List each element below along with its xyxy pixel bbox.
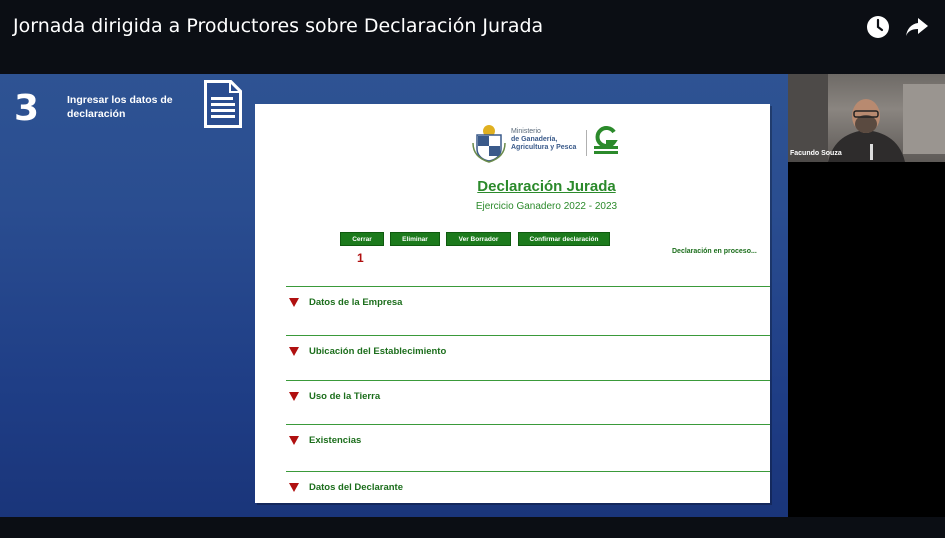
expand-triangle-icon[interactable]	[289, 483, 299, 492]
step-description: Ingresar los datos de declaración	[67, 94, 173, 120]
video-title-bar: Jornada dirigida a Productores sobre Dec…	[0, 0, 945, 74]
section-label: Existencias	[309, 435, 362, 446]
share-icon[interactable]	[904, 14, 930, 40]
agency-logo-icon	[594, 126, 618, 154]
form-title: Declaración Jurada	[477, 178, 616, 195]
ministry-emblem-icon	[472, 125, 506, 163]
section-label: Ubicación del Establecimiento	[309, 346, 447, 357]
section-label: Datos del Declarante	[309, 482, 403, 493]
participant-name: Facundo Souza	[790, 150, 842, 157]
shared-slide: 3 Ingresar los datos de declaración Mini…	[0, 74, 788, 517]
confirm-declaration-button[interactable]: Confirmar declaración	[518, 232, 610, 246]
ministry-line-2: de Ganadería,	[511, 136, 558, 143]
participant-panel: Facundo Souza	[788, 74, 945, 517]
step-number: 3	[14, 88, 40, 129]
section-establishment-location[interactable]: Ubicación del Establecimiento	[286, 335, 770, 357]
expand-triangle-icon[interactable]	[289, 347, 299, 356]
logo-divider	[586, 130, 587, 156]
declaration-status: Declaración en proceso...	[672, 248, 757, 255]
section-declarant-data[interactable]: Datos del Declarante	[286, 471, 770, 493]
ministry-line-1: Ministerio	[511, 128, 541, 135]
ministry-name: Ministerio de Ganadería, Agricultura y P…	[511, 128, 591, 152]
declaration-form: Ministerio de Ganadería, Agricultura y P…	[255, 104, 770, 503]
ministry-line-3: Agricultura y Pesca	[511, 144, 577, 151]
view-draft-button[interactable]: Ver Borrador	[446, 232, 511, 246]
participant-silhouette-icon	[788, 74, 945, 162]
document-icon	[204, 80, 242, 128]
participant-video: Facundo Souza	[788, 74, 945, 162]
clock-icon[interactable]	[865, 14, 891, 40]
expand-triangle-icon[interactable]	[289, 298, 299, 307]
step-marker: 1	[357, 251, 364, 265]
section-label: Uso de la Tierra	[309, 391, 381, 402]
video-bottom-bar	[0, 517, 945, 538]
delete-button[interactable]: Eliminar	[390, 232, 440, 246]
video-title: Jornada dirigida a Productores sobre Dec…	[13, 15, 544, 37]
section-company-data[interactable]: Datos de la Empresa	[286, 286, 770, 308]
section-label: Datos de la Empresa	[309, 297, 403, 308]
section-stock[interactable]: Existencias	[286, 424, 770, 446]
expand-triangle-icon[interactable]	[289, 436, 299, 445]
close-button[interactable]: Cerrar	[340, 232, 384, 246]
expand-triangle-icon[interactable]	[289, 392, 299, 401]
section-land-use[interactable]: Uso de la Tierra	[286, 380, 770, 402]
form-subtitle: Ejercicio Ganadero 2022 - 2023	[475, 201, 618, 212]
